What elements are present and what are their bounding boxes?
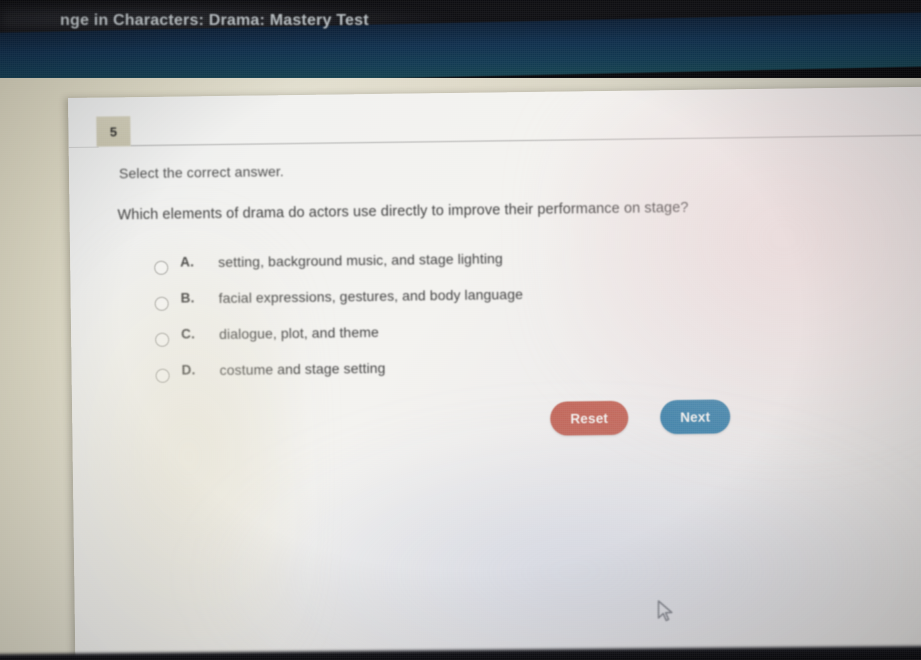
question-number-tab: 5 xyxy=(96,116,131,147)
instruction-text: Select the correct answer. xyxy=(118,163,285,182)
action-button-row: Reset Next xyxy=(550,398,811,445)
question-card: 5 Select the correct answer. Which eleme… xyxy=(68,86,921,660)
option-letter-c: C. xyxy=(181,326,196,342)
next-button[interactable]: Next xyxy=(660,399,731,435)
option-text-d: costume and stage setting xyxy=(219,359,386,379)
radio-button-icon-a[interactable] xyxy=(154,260,169,275)
option-letter-b: B. xyxy=(180,290,195,306)
card-divider xyxy=(130,134,921,147)
option-text-c: dialogue, plot, and theme xyxy=(218,323,379,343)
option-text-b: facial expressions, gestures, and body l… xyxy=(218,286,524,307)
question-text: Which elements of drama do actors use di… xyxy=(117,199,689,224)
option-letter-d: D. xyxy=(181,362,196,378)
option-text-a: setting, background music, and stage lig… xyxy=(218,250,503,271)
radio-button-icon-b[interactable] xyxy=(154,296,169,311)
page-title: nge in Characters: Drama: Mastery Test xyxy=(60,12,369,29)
photographed-screen: nge in Characters: Drama: Mastery Test 5… xyxy=(0,0,921,660)
radio-button-icon-d[interactable] xyxy=(155,368,170,383)
answer-options-list: A. setting, background music, and stage … xyxy=(154,245,876,398)
reset-button[interactable]: Reset xyxy=(550,400,629,436)
radio-button-icon-c[interactable] xyxy=(155,332,170,347)
option-letter-a: A. xyxy=(180,254,195,270)
card-glare-bottom xyxy=(192,416,921,660)
card-divider-left xyxy=(68,146,99,148)
